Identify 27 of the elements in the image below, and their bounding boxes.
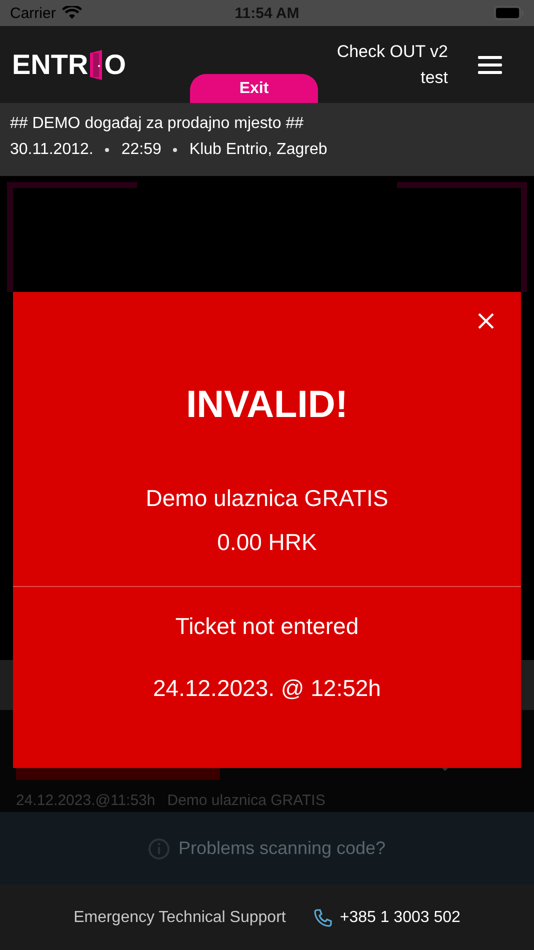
separator-dot (105, 148, 110, 152)
entrio-logo: ENTR O (12, 48, 126, 80)
event-venue: Klub Entrio, Zagreb (189, 141, 328, 159)
wifi-icon (62, 6, 82, 20)
support-label: Emergency Technical Support (74, 908, 286, 926)
phone-icon (314, 908, 332, 926)
app-title: Check OUT v2 (336, 40, 448, 62)
entry-status: Ticket not entered (175, 613, 359, 640)
carrier-label: Carrier (10, 4, 56, 22)
help-text: Problems scanning code? (178, 838, 386, 859)
clock-time: 11:54 AM (234, 4, 300, 22)
event-date: 30.11.2012. (10, 141, 94, 159)
event-time: 22:59 (121, 141, 162, 159)
ticket-price: 0.00 HRK (217, 529, 317, 556)
help-bar[interactable]: Problems scanning code? (0, 812, 534, 885)
info-icon (148, 838, 170, 860)
menu-icon[interactable] (478, 56, 502, 74)
result-title: INVALID! (186, 384, 348, 427)
ticket-type: Demo ulaznica GRATIS (146, 485, 388, 512)
exit-button[interactable]: Exit (190, 74, 318, 103)
close-icon[interactable] (477, 312, 495, 330)
battery-icon (494, 6, 524, 20)
user-name: test (420, 66, 448, 88)
separator-dot (173, 148, 178, 152)
phone-link[interactable]: +385 1 3003 502 (340, 908, 460, 926)
event-name: ## DEMO događaj za prodajno mjesto ## (10, 115, 305, 133)
scan-timestamp: 24.12.2023. @ 12:52h (153, 675, 381, 702)
